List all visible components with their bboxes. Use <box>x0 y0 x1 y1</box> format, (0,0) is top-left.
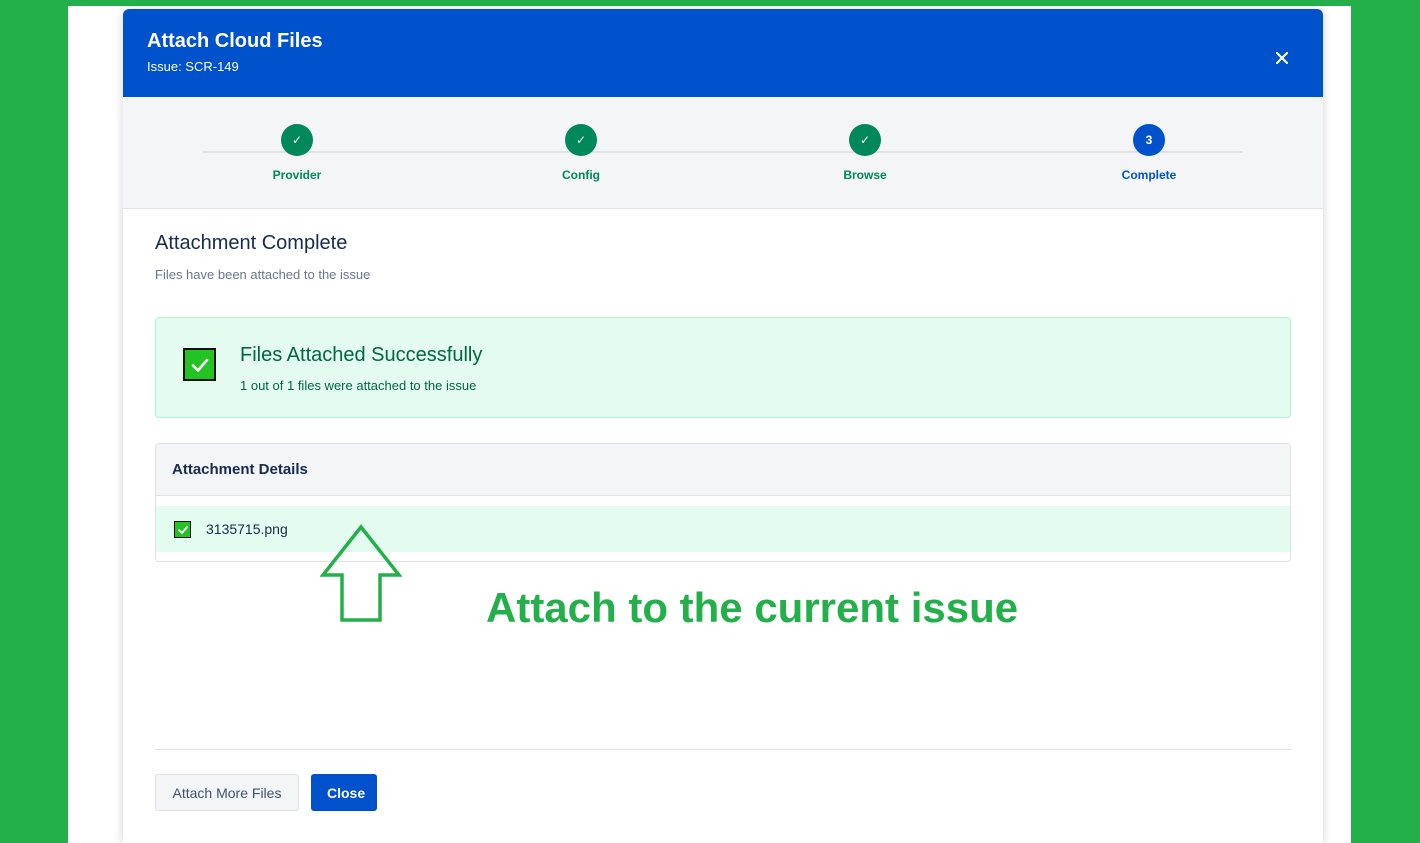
check-box-icon <box>183 348 216 381</box>
section-subtitle: Files have been attached to the issue <box>155 267 371 282</box>
progress-stepper: ✓ Provider ✓ Config ✓ Browse 3 Complete <box>123 97 1323 209</box>
check-box-icon <box>174 521 191 538</box>
attach-more-files-button[interactable]: Attach More Files <box>155 774 299 811</box>
close-modal-button[interactable]: Close <box>311 774 377 811</box>
modal-header: Attach Cloud Files Issue: SCR-149 <box>123 9 1323 97</box>
success-text: 1 out of 1 files were attached to the is… <box>240 378 477 393</box>
success-banner: Files Attached Successfully 1 out of 1 f… <box>155 317 1291 418</box>
step-number: 3 <box>1133 124 1165 156</box>
section-title: Attachment Complete <box>155 232 348 254</box>
footer-divider <box>155 749 1291 750</box>
attach-cloud-files-modal: Attach Cloud Files Issue: SCR-149 ✓ Prov… <box>123 9 1323 843</box>
step-config: ✓ Config <box>521 124 641 182</box>
close-button[interactable] <box>1269 45 1295 71</box>
step-label: Browse <box>843 168 887 182</box>
step-check-icon: ✓ <box>849 124 881 156</box>
file-name: 3135715.png <box>206 521 288 537</box>
step-check-icon: ✓ <box>565 124 597 156</box>
step-check-icon: ✓ <box>281 124 313 156</box>
annotation-text: Attach to the current issue <box>486 584 1019 631</box>
step-complete: 3 Complete <box>1089 124 1209 182</box>
details-header: Attachment Details <box>156 444 1290 496</box>
stepper-track <box>203 151 1243 153</box>
step-browse: ✓ Browse <box>805 124 925 182</box>
step-label: Config <box>562 168 600 182</box>
success-title: Files Attached Successfully <box>240 344 483 366</box>
step-label: Provider <box>272 168 322 182</box>
modal-subtitle: Issue: SCR-149 <box>147 59 239 74</box>
modal-title: Attach Cloud Files <box>147 30 323 52</box>
up-arrow-icon <box>320 524 402 622</box>
step-provider: ✓ Provider <box>237 124 357 182</box>
close-icon <box>1276 52 1288 64</box>
step-label: Complete <box>1121 168 1177 182</box>
